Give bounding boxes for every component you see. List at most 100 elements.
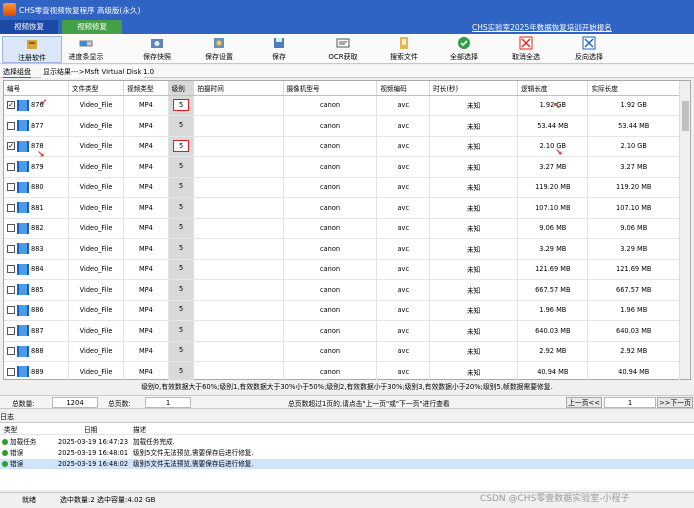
current-page-input[interactable]: 1 [604, 397, 656, 408]
id-cell[interactable]: 880 [4, 177, 69, 198]
table-row[interactable]: 884 Video_File MP4 5 canon avc 未知 121.69 MB 121.… [4, 259, 680, 280]
file-type-cell: Video_File [68, 259, 125, 280]
table-row[interactable]: 889 Video_File MP4 5 canon avc 未知 40.94 MB 40.94… [4, 361, 680, 383]
video-file-icon [17, 120, 29, 132]
level-value: 5 [178, 202, 184, 211]
id-cell[interactable]: 882 [4, 218, 69, 239]
deselect-all-button[interactable]: 取消全选 [496, 36, 556, 63]
row-checkbox[interactable] [7, 285, 15, 294]
select-all-button[interactable]: 全部选择 [434, 36, 494, 63]
tab-video-recovery[interactable]: 视频恢复 [0, 20, 58, 34]
tab-version[interactable]: 1.0 [143, 66, 154, 78]
table-row[interactable]: 888 Video_File MP4 5 canon avc 未知 2.92 MB 2.92 M… [4, 341, 680, 362]
table-row[interactable]: 879 Video_File MP4 5 canon avc 未知 3.27 MB 3.27 M… [4, 156, 680, 178]
column-header[interactable]: 视频编码 [376, 81, 431, 96]
vertical-scrollbar[interactable] [679, 81, 690, 379]
next-page-button[interactable]: >>下一页 [657, 397, 693, 408]
shoot-time-cell [193, 320, 284, 342]
file-type-cell: Video_File [68, 320, 125, 342]
id-cell[interactable]: 888 [4, 341, 69, 362]
column-header[interactable]: 摄像机型号 [283, 81, 378, 96]
video-file-icon [17, 140, 29, 152]
log-row[interactable]: 错误 2025-03-19 16:48:01 级别5文件无法预览,需要保存后进行… [0, 448, 694, 458]
row-checkbox[interactable]: ✓ [7, 142, 15, 151]
log-row[interactable]: 加载任务 2025-03-19 16:47:23 加载任务完成. [0, 437, 694, 447]
tab-disk-group[interactable]: 选择组盘 [3, 66, 31, 78]
file-type-cell: Video_File [68, 341, 125, 362]
prev-page-button[interactable]: 上一页<< [566, 397, 602, 408]
tab-result-path[interactable]: 显示结果--->Msft Virtual Disk [41, 66, 144, 78]
logical-size-cell: 121.69 MB [517, 259, 589, 280]
camera-model-cell: canon [283, 177, 378, 198]
codec-cell: avc [376, 156, 431, 178]
codec-cell: avc [376, 95, 431, 116]
column-header[interactable]: 级别 [168, 81, 195, 96]
level-value: 5 [173, 99, 190, 112]
id-cell[interactable]: 886 [4, 300, 69, 321]
row-checkbox[interactable]: ✓ [7, 101, 15, 110]
promo-link[interactable]: CHS实验室2025年数据恢复培训开始报名 [472, 22, 612, 33]
save-button[interactable]: 保存 [249, 36, 309, 63]
column-header[interactable]: 时长(秒) [429, 81, 519, 96]
row-checkbox[interactable] [7, 326, 15, 335]
log-date: 2025-03-19 16:48:02 [58, 460, 129, 468]
duration-cell: 未知 [429, 238, 519, 260]
id-cell[interactable]: 881 [4, 197, 69, 219]
column-header[interactable]: 逻辑长度 [517, 81, 589, 96]
column-header[interactable]: 文件类型 [68, 81, 125, 96]
table-row[interactable]: 885 Video_File MP4 5 canon avc 未知 667.57 MB 667.… [4, 279, 680, 301]
key-icon [27, 40, 37, 49]
row-checkbox[interactable] [7, 347, 15, 356]
camera-model-cell: canon [283, 341, 378, 362]
row-checkbox[interactable] [7, 265, 15, 274]
row-checkbox[interactable] [7, 203, 15, 212]
row-checkbox[interactable] [7, 183, 15, 192]
scrollbar-thumb[interactable] [682, 101, 689, 131]
table-row[interactable]: ✓ 876 Video_File MP4 5 canon avc 未知 1.92 GB 1.92 … [4, 95, 680, 116]
table-row[interactable]: 881 Video_File MP4 5 canon avc 未知 107.10 MB 107.… [4, 197, 680, 219]
register-button[interactable]: 注册软件 [2, 36, 62, 63]
table-row[interactable]: ✓ 878 Video_File MP4 5 canon avc 未知 2.10 GB 2.10 … [4, 136, 680, 157]
log-row-selected[interactable]: 错误 2025-03-19 16:48:02 级别5文件无法预览,需要保存后进行… [0, 459, 694, 469]
id-cell[interactable]: 883 [4, 238, 69, 260]
save-settings-button[interactable]: 保存设置 [189, 36, 249, 63]
column-header[interactable]: 实际长度 [587, 81, 680, 96]
duration-cell: 未知 [429, 177, 519, 198]
codec-cell: avc [376, 238, 431, 260]
tab-video-repair[interactable]: 视频修复 [62, 20, 122, 34]
row-id: 889 [31, 367, 44, 376]
table-row[interactable]: 887 Video_File MP4 5 canon avc 未知 640.03 MB 640.… [4, 320, 680, 342]
ocr-button[interactable]: OCR获取 [313, 36, 373, 63]
id-cell[interactable]: 884 [4, 259, 69, 280]
row-checkbox[interactable] [7, 121, 15, 130]
row-checkbox[interactable] [7, 224, 15, 233]
table-row[interactable]: 880 Video_File MP4 5 canon avc 未知 119.20 MB 119.… [4, 177, 680, 198]
table-row[interactable]: 877 Video_File MP4 5 canon avc 未知 53.44 MB 53.44… [4, 115, 680, 137]
column-header[interactable]: 视频类型 [123, 81, 169, 96]
row-checkbox[interactable] [7, 244, 15, 253]
table-row[interactable]: 886 Video_File MP4 5 canon avc 未知 1.96 MB 1.96 M… [4, 300, 680, 321]
id-cell[interactable]: ✓ 876 [4, 95, 69, 116]
id-cell[interactable]: 889 [4, 361, 69, 383]
table-row[interactable]: 882 Video_File MP4 5 canon avc 未知 9.06 MB 9.06 M… [4, 218, 680, 239]
table-row[interactable]: 883 Video_File MP4 5 canon avc 未知 3.29 MB 3.29 M… [4, 238, 680, 260]
save-snapshot-button[interactable]: 保存快照 [127, 36, 187, 63]
row-checkbox[interactable] [7, 162, 15, 171]
column-header[interactable]: 编号 [4, 81, 69, 96]
invert-select-button[interactable]: 反向选择 [559, 36, 619, 63]
id-cell[interactable]: 877 [4, 115, 69, 137]
logical-size-cell: 3.27 MB [517, 156, 589, 178]
log-col-desc: 描述 [133, 426, 147, 434]
row-checkbox[interactable] [7, 306, 15, 315]
camera-model-cell: canon [283, 361, 378, 383]
shoot-time-cell [193, 361, 284, 383]
level-cell: 5 [168, 259, 195, 280]
video-type-cell: MP4 [123, 197, 169, 219]
progress-display-button[interactable]: 进度条显示 [56, 36, 116, 63]
duration-cell: 未知 [429, 95, 519, 116]
row-checkbox[interactable] [7, 367, 15, 376]
id-cell[interactable]: 887 [4, 320, 69, 342]
column-header[interactable]: 拍摄时间 [193, 81, 284, 96]
search-file-button[interactable]: 搜索文件 [374, 36, 434, 63]
id-cell[interactable]: 885 [4, 279, 69, 301]
